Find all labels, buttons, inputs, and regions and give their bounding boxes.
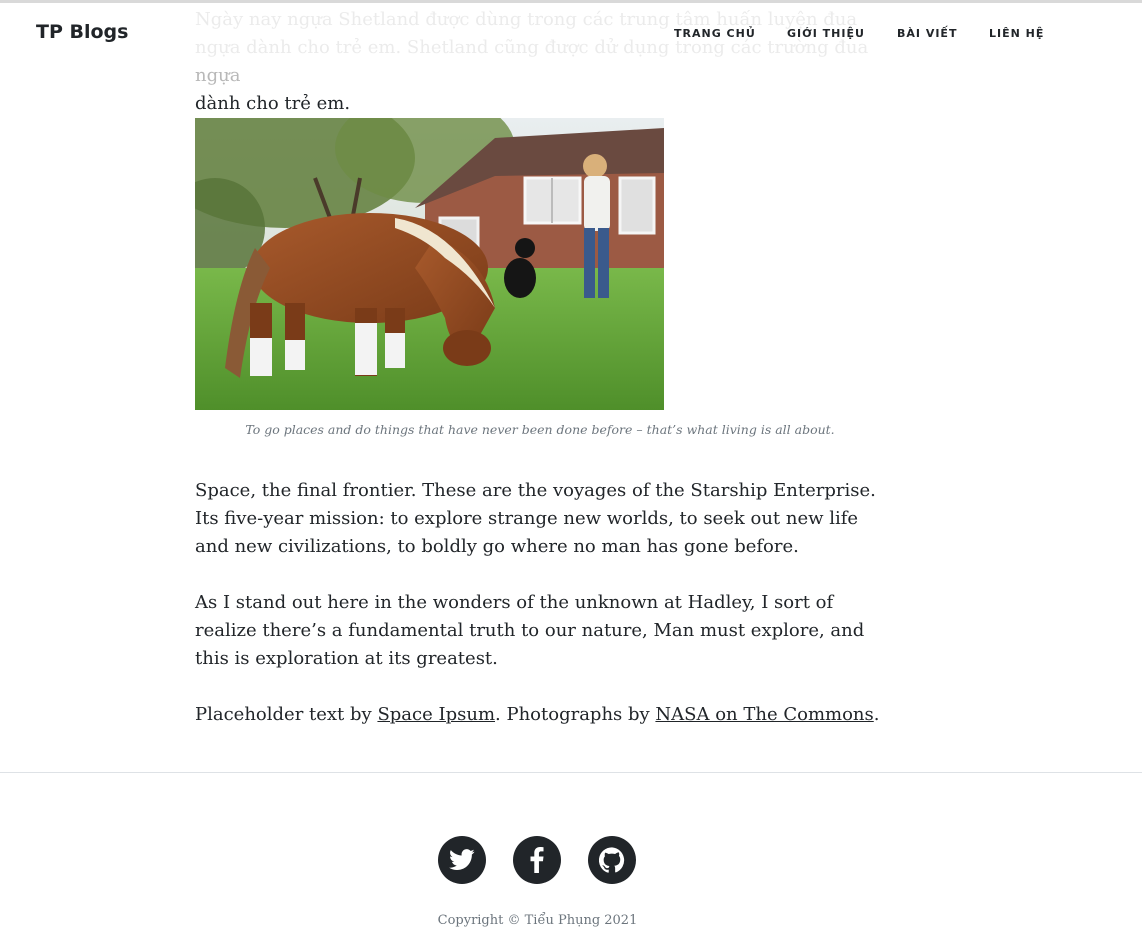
- nav-link-about[interactable]: GIỚI THIỆU: [787, 27, 865, 40]
- nav-link-posts[interactable]: BÀI VIẾT: [897, 27, 957, 40]
- facebook-button[interactable]: [513, 836, 561, 884]
- brand-link[interactable]: TP Blogs: [36, 21, 128, 43]
- facebook-icon: [530, 847, 544, 873]
- pony-photo: [195, 118, 664, 410]
- intro-tail-text: dành cho trẻ em.: [195, 93, 351, 114]
- space-ipsum-link[interactable]: Space Ipsum: [377, 704, 495, 725]
- twitter-icon: [449, 849, 475, 870]
- github-button[interactable]: [588, 836, 636, 884]
- photo-caption: To go places and do things that have nev…: [245, 422, 835, 437]
- footer-divider: [0, 772, 1142, 773]
- navbar: TP Blogs TRANG CHỦ GIỚI THIỆU BÀI VIẾT L…: [0, 3, 1142, 65]
- credits-paragraph: Placeholder text by Space Ipsum. Photogr…: [195, 701, 885, 729]
- credits-prefix: Placeholder text by: [195, 704, 378, 725]
- nasa-commons-link[interactable]: NASA on The Commons: [655, 704, 873, 725]
- credits-suffix: .: [873, 704, 880, 725]
- paragraph-hadley: As I stand out here in the wonders of th…: [195, 592, 865, 669]
- github-icon: [599, 847, 625, 873]
- top-border: [0, 0, 1142, 3]
- paragraph-space-frontier: Space, the final frontier. These are the…: [195, 480, 876, 557]
- twitter-button[interactable]: [438, 836, 486, 884]
- copyright-text: Copyright © Tiểu Phụng 2021: [437, 913, 638, 928]
- nav-link-home[interactable]: TRANG CHỦ: [674, 27, 756, 40]
- credits-middle: . Photographs by: [495, 704, 656, 725]
- pony-figure: To go places and do things that have nev…: [195, 118, 885, 438]
- nav-link-contact[interactable]: LIÊN HỆ: [989, 27, 1044, 40]
